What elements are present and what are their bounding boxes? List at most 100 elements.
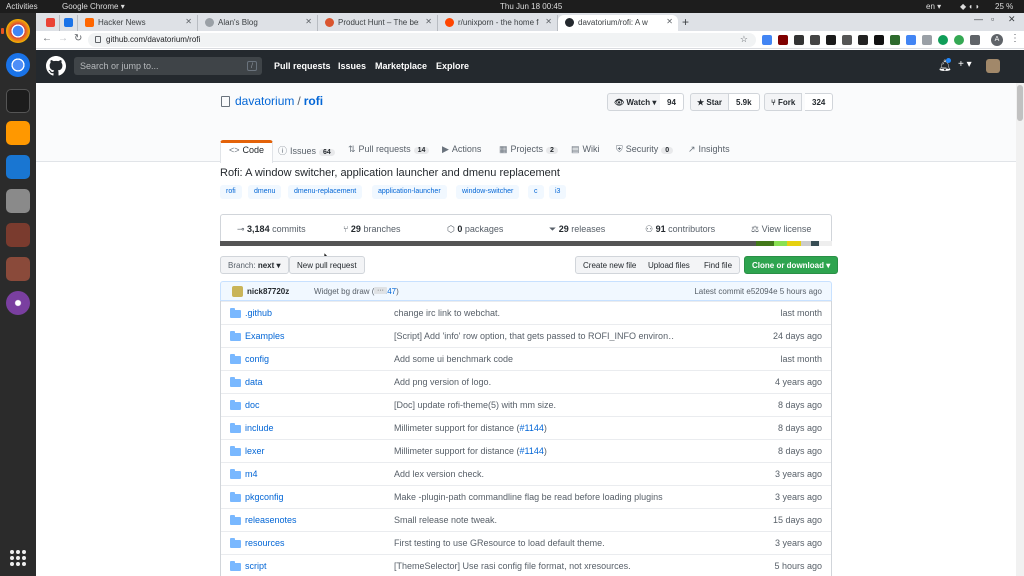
bookmark-star-icon[interactable]: ☆ [740,34,748,45]
branches-link[interactable]: ⑂ 29 branches [343,224,400,234]
reload-icon[interactable]: ↻ [74,33,82,44]
repo-name-link[interactable]: rofi [304,94,323,108]
close-tab-icon[interactable]: ✕ [185,17,192,26]
tab-security[interactable]: ⛨ Security 0 [608,140,681,162]
file-name-link[interactable]: Examples [245,331,285,341]
files-icon[interactable] [6,189,30,213]
nav-issues[interactable]: Issues [338,61,366,71]
file-commit-message[interactable]: [ThemeSelector] Use rasi config file for… [394,561,674,571]
table-row[interactable]: data Add png version of logo. 4 years ago [221,370,831,393]
repo-owner-link[interactable]: davatorium [235,94,294,108]
browser-menu-icon[interactable]: ⋮ [1010,33,1020,44]
packages-link[interactable]: ⬡ 0 packages [447,224,503,235]
extension-icon[interactable] [970,35,980,45]
tab-actions[interactable]: ▶ Actions [434,140,489,162]
commit-pr-link[interactable]: #1144 [520,446,544,456]
minimize-button[interactable]: — [974,14,983,24]
file-name-link[interactable]: pkgconfig [245,492,284,502]
table-row[interactable]: .github change irc link to webchat. last m… [221,301,831,324]
browser-tab-alans-blog[interactable]: Alan's Blog ✕ [198,15,318,31]
rhythmbox-icon[interactable] [6,291,30,315]
close-tab-icon[interactable]: ✕ [545,17,552,26]
chromium-icon[interactable] [6,53,30,77]
scrollbar-thumb[interactable] [1017,85,1023,121]
browser-tab-hacker-news[interactable]: Hacker News ✕ [78,15,198,31]
file-name-link[interactable]: doc [245,400,260,410]
tab-projects[interactable]: ▦ Projects 2 [491,140,566,162]
file-name-link[interactable]: m4 [245,469,258,479]
file-name-link[interactable]: releasenotes [245,515,297,525]
keyboard-layout[interactable]: en ▾ [926,2,941,11]
file-commit-message[interactable]: Millimeter support for distance (#1144) [394,423,674,433]
system-status-icons[interactable]: ◆◖◗ [960,2,982,11]
file-commit-message[interactable]: [Doc] update rofi-theme(5) with mm size. [394,400,674,410]
topic-tag[interactable]: application-launcher [372,185,447,199]
file-commit-message[interactable]: Add some ui benchmark code [394,354,674,364]
terminal-icon[interactable] [6,89,30,113]
star-button[interactable]: ★ Star [690,93,729,111]
file-commit-message[interactable]: Add png version of logo. [394,377,674,387]
table-row[interactable]: lexer Millimeter support for distance (#1… [221,439,831,462]
browser-tab-product-hunt[interactable]: Product Hunt – The best n ✕ [318,15,438,31]
extension-icon[interactable] [858,35,868,45]
maximize-button[interactable]: ▫ [991,14,994,24]
browser-tab-rofi[interactable]: davatorium/rofi: A w ✕ [558,15,678,31]
page-scrollbar[interactable] [1016,83,1024,576]
back-icon[interactable]: ← [42,33,52,44]
watch-count[interactable]: 94 [660,93,684,111]
file-name-link[interactable]: data [245,377,263,387]
browser-tab-unixporn[interactable]: r/unixporn - the home fo ✕ [438,15,558,31]
table-row[interactable]: releasenotes Small release note tweak. 15 … [221,508,831,531]
topic-tag[interactable]: dmenu [248,185,282,199]
table-row[interactable]: m4 Add lex version check. 3 years ago [221,462,831,485]
table-row[interactable]: pkgconfig Make -plugin-path commandline f… [221,485,831,508]
close-tab-icon[interactable]: ✕ [666,17,673,26]
create-new-file-button[interactable]: Create new file [575,256,645,274]
battery-indicator[interactable]: 25 % [995,2,1013,11]
table-row[interactable]: Examples [Script] Add 'info' row option, … [221,324,831,347]
github-search-input[interactable]: Search or jump to... / [74,57,262,75]
gmail-tab[interactable] [42,15,60,31]
commit-author-link[interactable]: nick87720z [247,287,289,296]
topic-tag[interactable]: i3 [549,185,567,199]
topic-tag[interactable]: window-switcher [456,185,520,199]
close-window-button[interactable]: ✕ [1008,14,1016,25]
nav-pull-requests[interactable]: Pull requests [274,61,331,71]
tab-issues[interactable]: ⓘ Issues 64 [270,140,343,162]
topic-tag[interactable]: c [528,185,544,199]
sublime-text-icon[interactable] [6,121,30,145]
close-tab-icon[interactable]: ✕ [305,17,312,26]
forward-icon[interactable]: → [58,33,68,44]
find-file-button[interactable]: Find file [697,256,741,274]
language-bar[interactable] [220,241,832,246]
image-app-icon[interactable] [6,223,30,247]
tab-pull-requests[interactable]: ⇅ Pull requests 14 [340,140,437,162]
file-name-link[interactable]: lexer [245,446,265,456]
vscode-icon[interactable] [6,155,30,179]
extension-icon[interactable] [842,35,852,45]
app-menu[interactable]: Google Chrome ▾ [62,2,125,11]
file-commit-message[interactable]: Add lex version check. [394,469,674,479]
lock-icon[interactable] [95,36,101,43]
fork-count[interactable]: 324 [805,93,834,111]
extension-icon[interactable] [810,35,820,45]
watch-button[interactable]: 👁︎ Watch ▾ [607,93,664,111]
table-row[interactable]: script [ThemeSelector] Use rasi config fi… [221,554,831,576]
tab-wiki[interactable]: ▤ Wiki [563,140,608,162]
license-link[interactable]: ⚖ View license [751,224,811,235]
commit-pr-link[interactable]: #1144 [520,423,544,433]
branch-select[interactable]: Branch: next ▾ [220,256,289,274]
address-bar[interactable]: github.com/davatorium/rofi ☆ [88,33,756,47]
extension-icon[interactable] [874,35,884,45]
table-row[interactable]: resources First testing to use GResource … [221,531,831,554]
file-commit-message[interactable]: change irc link to webchat. [394,308,674,318]
github-logo-icon[interactable] [46,56,66,76]
file-name-link[interactable]: .github [245,308,272,318]
topic-tag[interactable]: dmenu-replacement [288,185,363,199]
extension-icon[interactable] [794,35,804,45]
table-row[interactable]: include Millimeter support for distance (… [221,416,831,439]
table-row[interactable]: doc [Doc] update rofi-theme(5) with mm si… [221,393,831,416]
show-applications-icon[interactable] [10,550,26,566]
clock[interactable]: Thu Jun 18 00:45 [500,2,562,11]
ublock-extension-icon[interactable] [778,35,788,45]
